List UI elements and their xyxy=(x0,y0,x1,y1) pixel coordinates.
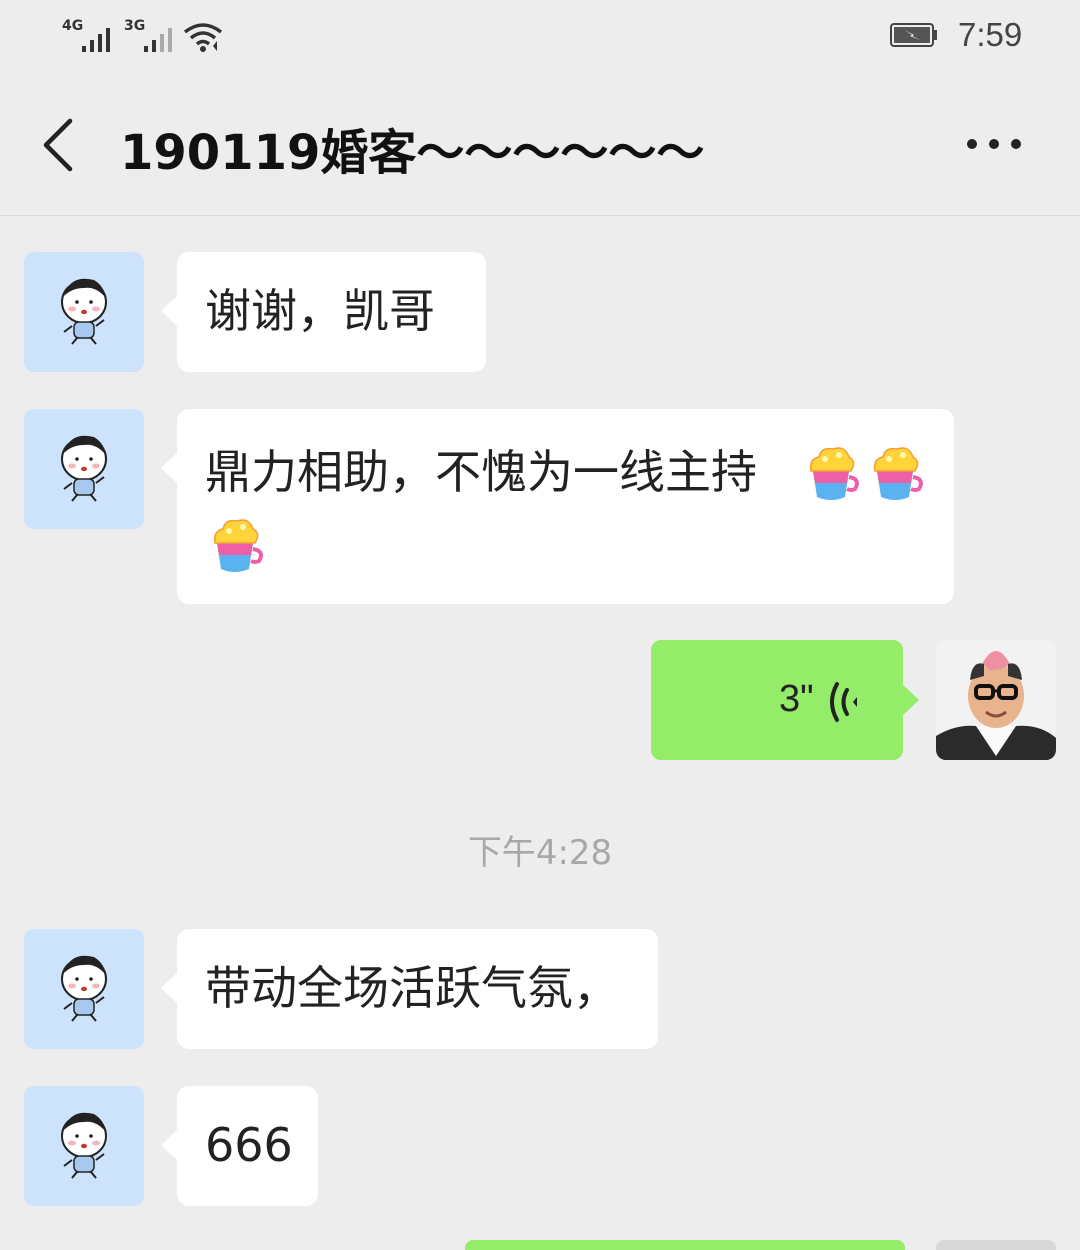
message-text: 鼎力相助，不愧为一线主持 xyxy=(205,445,757,499)
cartoon-baby-avatar-icon xyxy=(61,955,107,1022)
message-bubble[interactable]: 鼎力相助，不愧为一线主持 xyxy=(161,409,954,604)
coffee-cup-emoji xyxy=(873,447,923,500)
message-bubble[interactable]: 带动全场活跃气氛， xyxy=(161,929,658,1049)
voice-wave-icon xyxy=(830,682,857,722)
contact-avatar[interactable] xyxy=(24,1086,144,1206)
status-time: 7:59 xyxy=(958,16,1023,53)
partial-message-bubble[interactable] xyxy=(465,1240,905,1250)
charging-battery-icon xyxy=(890,23,937,47)
contact-avatar[interactable] xyxy=(24,409,144,529)
cartoon-baby-avatar-icon xyxy=(61,278,107,345)
signal-bars-icon xyxy=(82,28,110,52)
coffee-cup-emoji xyxy=(213,519,263,572)
self-avatar[interactable] xyxy=(936,640,1056,760)
message-bubble[interactable]: 666 xyxy=(161,1086,318,1206)
cartoon-baby-avatar-icon xyxy=(61,435,107,502)
message-text: 谢谢，凯哥 xyxy=(205,284,435,338)
message-bubble[interactable]: 谢谢，凯哥 xyxy=(161,252,486,372)
chat-header: 190119婚客～～～～～～ xyxy=(0,75,1080,216)
chat-title: 190119婚客～～～～～～ xyxy=(120,125,705,181)
more-dots-icon[interactable] xyxy=(962,133,1026,155)
status-bar: 4G 3G 7:59 xyxy=(62,16,1023,53)
message-text: 带动全场活跃气氛， xyxy=(205,961,619,1015)
user-photo-avatar-icon xyxy=(936,640,1056,760)
voice-duration: 3" xyxy=(779,678,814,720)
chat-timestamp: 下午4:28 xyxy=(467,833,613,873)
partial-self-avatar xyxy=(936,1240,1056,1250)
wifi-icon xyxy=(183,23,223,52)
message-text: 666 xyxy=(205,1118,293,1172)
coffee-cup-emoji xyxy=(809,447,859,500)
contact-avatar[interactable] xyxy=(24,252,144,372)
signal-bars-icon xyxy=(144,28,172,52)
contact-avatar[interactable] xyxy=(24,929,144,1049)
chevron-left-icon[interactable] xyxy=(38,117,78,173)
voice-message-bubble[interactable]: 3" xyxy=(651,640,919,760)
cartoon-baby-avatar-icon xyxy=(61,1112,107,1179)
